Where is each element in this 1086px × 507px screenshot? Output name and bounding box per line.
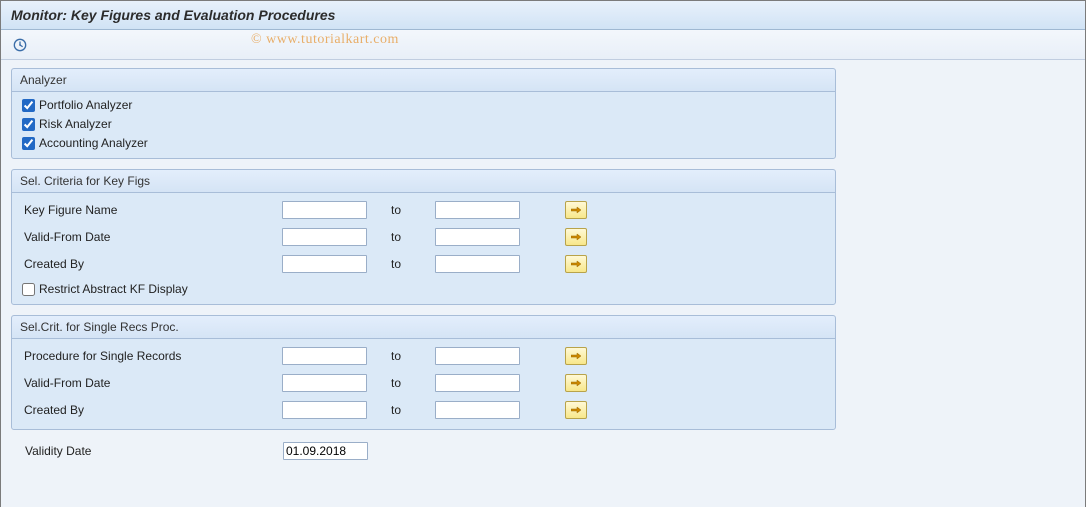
valid-from-kf-row: Valid-From Date to	[22, 226, 825, 248]
valid-from-sr-row: Valid-From Date to	[22, 372, 825, 394]
to-text: to	[367, 230, 435, 244]
page-title: Monitor: Key Figures and Evaluation Proc…	[11, 7, 335, 23]
created-by-kf-label: Created By	[22, 257, 282, 271]
risk-analyzer-checkbox[interactable]	[22, 118, 35, 131]
analyzer-group: Analyzer Portfolio Analyzer Risk Analyze…	[11, 68, 836, 159]
accounting-analyzer-checkbox[interactable]	[22, 137, 35, 150]
created-by-kf-to-input[interactable]	[435, 255, 520, 273]
arrow-right-icon	[571, 206, 581, 214]
to-text: to	[367, 257, 435, 271]
sel-key-figs-title: Sel. Criteria for Key Figs	[12, 170, 835, 193]
validity-date-input[interactable]	[283, 442, 368, 460]
valid-from-kf-more-button[interactable]	[565, 228, 587, 246]
valid-from-sr-to-input[interactable]	[435, 374, 520, 392]
clock-execute-icon	[13, 38, 27, 52]
arrow-right-icon	[571, 406, 581, 414]
portfolio-analyzer-checkbox[interactable]	[22, 99, 35, 112]
title-bar: Monitor: Key Figures and Evaluation Proc…	[1, 1, 1085, 30]
valid-from-kf-from-input[interactable]	[282, 228, 367, 246]
created-by-sr-to-input[interactable]	[435, 401, 520, 419]
created-by-kf-from-input[interactable]	[282, 255, 367, 273]
procedure-to-input[interactable]	[435, 347, 520, 365]
risk-analyzer-label[interactable]: Risk Analyzer	[39, 117, 112, 131]
to-text: to	[367, 376, 435, 390]
created-by-sr-from-input[interactable]	[282, 401, 367, 419]
sel-single-recs-title: Sel.Crit. for Single Recs Proc.	[12, 316, 835, 339]
arrow-right-icon	[571, 260, 581, 268]
to-text: to	[367, 203, 435, 217]
validity-date-label: Validity Date	[23, 444, 283, 458]
watermark-text: © www.tutorialkart.com	[251, 32, 399, 48]
key-figure-to-input[interactable]	[435, 201, 520, 219]
arrow-right-icon	[571, 379, 581, 387]
to-text: to	[367, 349, 435, 363]
arrow-right-icon	[571, 233, 581, 241]
key-figure-label: Key Figure Name	[22, 203, 282, 217]
procedure-more-button[interactable]	[565, 347, 587, 365]
execute-button[interactable]	[9, 34, 31, 56]
key-figure-row: Key Figure Name to	[22, 199, 825, 221]
valid-from-sr-label: Valid-From Date	[22, 376, 282, 390]
created-by-kf-more-button[interactable]	[565, 255, 587, 273]
key-figure-more-button[interactable]	[565, 201, 587, 219]
created-by-kf-row: Created By to	[22, 253, 825, 275]
created-by-sr-row: Created By to	[22, 399, 825, 421]
portfolio-analyzer-label[interactable]: Portfolio Analyzer	[39, 98, 132, 112]
valid-from-kf-to-input[interactable]	[435, 228, 520, 246]
restrict-abstract-kf-checkbox[interactable]	[22, 283, 35, 296]
analyzer-group-title: Analyzer	[12, 69, 835, 92]
sel-single-recs-group: Sel.Crit. for Single Recs Proc. Procedur…	[11, 315, 836, 430]
procedure-from-input[interactable]	[282, 347, 367, 365]
content-area: Analyzer Portfolio Analyzer Risk Analyze…	[1, 60, 1085, 507]
accounting-analyzer-label[interactable]: Accounting Analyzer	[39, 136, 148, 150]
valid-from-kf-label: Valid-From Date	[22, 230, 282, 244]
arrow-right-icon	[571, 352, 581, 360]
procedure-row: Procedure for Single Records to	[22, 345, 825, 367]
created-by-sr-more-button[interactable]	[565, 401, 587, 419]
sel-key-figs-group: Sel. Criteria for Key Figs Key Figure Na…	[11, 169, 836, 305]
valid-from-sr-from-input[interactable]	[282, 374, 367, 392]
toolbar: © www.tutorialkart.com	[1, 30, 1085, 60]
valid-from-sr-more-button[interactable]	[565, 374, 587, 392]
restrict-abstract-kf-label[interactable]: Restrict Abstract KF Display	[39, 282, 188, 296]
procedure-label: Procedure for Single Records	[22, 349, 282, 363]
key-figure-from-input[interactable]	[282, 201, 367, 219]
created-by-sr-label: Created By	[22, 403, 282, 417]
to-text: to	[367, 403, 435, 417]
validity-date-row: Validity Date	[11, 440, 1075, 462]
